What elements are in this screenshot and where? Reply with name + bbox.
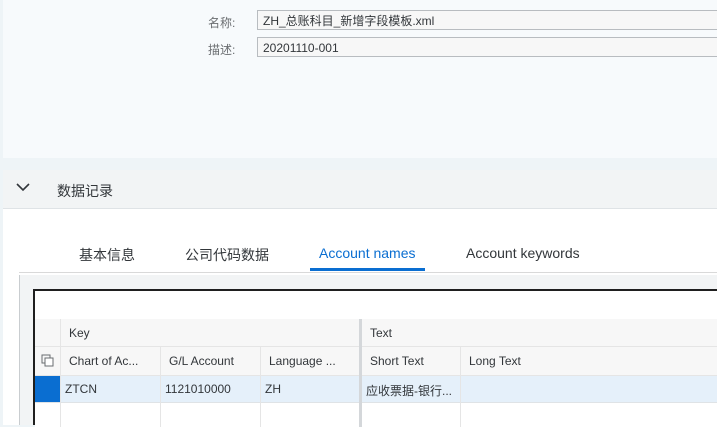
group-header-key: Key (69, 326, 90, 340)
column-divider (260, 347, 261, 427)
table-row (35, 403, 717, 427)
cell-language: ZH (265, 382, 281, 396)
group-header-text: Text (370, 326, 393, 340)
column-header-language[interactable]: Language ... (269, 354, 361, 368)
table-row[interactable]: ZTCN 1121010000 ZH 应收票据-银行... (35, 376, 717, 403)
active-tab-indicator (310, 268, 425, 271)
tab-company-code-data[interactable]: 公司代码数据 (185, 245, 269, 265)
section-header-data-records[interactable]: 数据记录 (3, 170, 717, 209)
column-header-chart-of-accounts[interactable]: Chart of Ac... (69, 354, 161, 368)
cell-chart-of-accounts: ZTCN (65, 382, 97, 396)
cell-short-text: 应收票据-银行... (366, 384, 452, 398)
column-header-gl-account[interactable]: G/L Account (169, 354, 261, 368)
header-form-panel: 名称: ZH_总账科目_新增字段模板.xml 描述: 20201110-001 (3, 0, 717, 158)
table-wrapper: Key Text Chart of Ac... G/L Account Lang… (19, 275, 717, 427)
column-divider (60, 319, 61, 427)
tab-basic-info[interactable]: 基本信息 (79, 245, 135, 265)
column-divider (160, 347, 161, 427)
select-all-icon[interactable] (41, 354, 55, 368)
description-field[interactable]: 20201110-001 (257, 37, 717, 57)
cell-gl-account: 1121010000 (165, 382, 231, 396)
column-header-long-text[interactable]: Long Text (469, 354, 619, 368)
tab-container: 基本信息 公司代码数据 Account names Account keywor… (3, 209, 717, 427)
column-header-row: Chart of Ac... G/L Account Language ... … (35, 347, 717, 376)
group-header-row: Key Text (35, 319, 717, 347)
name-label: 名称: (208, 16, 236, 30)
table-toolbar (35, 291, 717, 320)
description-label: 描述: (208, 43, 236, 57)
tab-account-names[interactable]: Account names (319, 245, 416, 261)
column-header-short-text[interactable]: Short Text (370, 354, 462, 368)
account-names-table: Key Text Chart of Ac... G/L Account Lang… (33, 289, 717, 427)
row-selector[interactable] (35, 376, 60, 402)
group-divider (359, 319, 362, 427)
chevron-down-icon[interactable] (15, 179, 31, 195)
column-divider (460, 347, 461, 427)
section-title: 数据记录 (57, 183, 113, 199)
name-field[interactable]: ZH_总账科目_新增字段模板.xml (257, 10, 717, 30)
tab-divider (19, 272, 717, 273)
tab-account-keywords[interactable]: Account keywords (466, 245, 580, 261)
